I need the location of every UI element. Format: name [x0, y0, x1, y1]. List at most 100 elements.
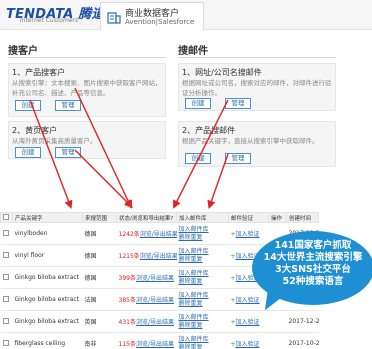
- status-cell: 431条浏览/导出结果: [116, 310, 177, 333]
- status-cell: 1242条浏览/导出结果: [116, 222, 177, 245]
- yellow-pages-customer-card: 2、黄页客户 从海外黄页采集高质量客户。 创建 管理: [8, 121, 166, 159]
- row-checkbox[interactable]: [0, 288, 13, 311]
- remove-duplicates-link[interactable]: 删除重复: [179, 278, 229, 286]
- region-cell: 德国: [82, 244, 117, 267]
- card-description: 根据网址或公司名，搜索对应的邮件，对邮件进行验证分析操作。: [182, 79, 332, 97]
- column-header: 产品关键字: [12, 212, 83, 223]
- remove-duplicates-link[interactable]: 删除重复: [179, 256, 229, 264]
- row-checkbox[interactable]: [0, 310, 13, 333]
- tendata-logo[interactable]: TENDATA 腾道 Internet Customers: [6, 3, 104, 25]
- create-button[interactable]: 创建: [185, 98, 211, 109]
- add-verify-link[interactable]: 加入验证: [236, 297, 260, 304]
- region-cell: 南非: [82, 332, 117, 349]
- feature-bubble-text: 141国家客户抓取 14大世界主流搜索引擎 3大SNS社交平台 52种搜索语言: [255, 240, 371, 288]
- create-button[interactable]: 创建: [15, 147, 41, 158]
- status-cell: 385条浏览/导出结果: [116, 288, 177, 311]
- date-cell: 2017-12-29: [286, 310, 319, 333]
- remove-duplicates-link[interactable]: 删除重复: [179, 344, 229, 349]
- tab-subtitle: Avention|Salesforce: [125, 18, 195, 26]
- building-icon: [107, 12, 121, 24]
- bubble-line: 3大SNS社交平台: [275, 264, 351, 275]
- keyword-cell: vinylboden: [12, 222, 83, 245]
- date-cell: 2017-10-24: [286, 332, 319, 349]
- column-header: 来搜范围: [82, 212, 117, 223]
- search-emails-title: 搜邮件: [178, 46, 208, 57]
- result-count: 115条: [118, 341, 136, 348]
- url-search-email-card: 1、网址/公司名搜邮件 根据网址或公司名，搜索对应的邮件，对邮件进行验证分析操作…: [178, 63, 336, 111]
- add-email-cell: 加入邮件库 删除重复: [176, 332, 229, 349]
- view-export-link[interactable]: 浏览/导出结果: [136, 275, 174, 282]
- add-to-mailbox-link[interactable]: 加入邮件库: [179, 248, 229, 256]
- view-export-link[interactable]: 浏览/导出结果: [140, 231, 177, 238]
- tab-business-data[interactable]: 商业数据客户 Avention|Salesforce: [100, 2, 204, 30]
- add-to-mailbox-link[interactable]: 加入邮件库: [179, 314, 229, 322]
- create-button[interactable]: 创建: [185, 153, 211, 164]
- manage-button[interactable]: 管理: [55, 100, 81, 111]
- top-header: TENDATA 腾道 Internet Customers 商业数据客户 Ave…: [0, 0, 372, 30]
- status-cell: 399条浏览/导出结果: [116, 266, 177, 289]
- column-header: 加入邮件库: [176, 212, 229, 223]
- add-to-mailbox-link[interactable]: 加入邮件库: [179, 292, 229, 300]
- add-email-cell: 加入邮件库 删除重复: [176, 222, 229, 245]
- card-title: 2、产品搜邮件: [182, 126, 236, 135]
- keyword-cell: Ginkgo biloba extract: [12, 288, 83, 311]
- view-export-link[interactable]: 浏览/导出结果: [136, 319, 174, 326]
- divider: [8, 57, 166, 58]
- bubble-line: 14大世界主流搜索引擎: [263, 252, 363, 263]
- view-export-link[interactable]: 浏览/导出结果: [140, 253, 177, 260]
- select-all-checkbox[interactable]: [0, 212, 13, 223]
- column-header: 邮件验证: [228, 212, 269, 223]
- manage-button[interactable]: 管理: [55, 147, 81, 158]
- add-verify-link[interactable]: 加入验证: [236, 231, 260, 238]
- card-description: 根据产品关键字，直接从搜索引擎中获取邮件。: [182, 137, 319, 145]
- product-search-customer-card: 1、产品搜客户 从搜索引擎：文本搜索、图片搜索中获取客户网站，补充公司名、描述、…: [8, 63, 166, 117]
- row-checkbox[interactable]: [0, 332, 13, 349]
- keyword-cell: fiberglass ceiling: [12, 332, 83, 349]
- add-email-cell: 加入邮件库 删除重复: [176, 266, 229, 289]
- create-button[interactable]: 创建: [15, 100, 41, 111]
- region-cell: 德国: [82, 266, 117, 289]
- add-to-mailbox-link[interactable]: 加入邮件库: [179, 226, 229, 234]
- remove-duplicates-link[interactable]: 删除重复: [179, 322, 229, 330]
- column-header: 操作: [268, 212, 287, 223]
- status-cell: 1215条浏览/导出结果: [116, 244, 177, 267]
- row-checkbox[interactable]: [0, 244, 13, 267]
- row-checkbox[interactable]: [0, 222, 13, 245]
- region-cell: 英国: [82, 310, 117, 333]
- product-search-email-card: 2、产品搜邮件 根据产品关键字，直接从搜索引擎中获取邮件。 创建 管理: [178, 121, 336, 167]
- remove-duplicates-link[interactable]: 删除重复: [179, 300, 229, 308]
- result-count: 1215条: [118, 253, 140, 260]
- view-export-link[interactable]: 浏览/导出结果: [136, 341, 174, 348]
- region-cell: 德国: [82, 222, 117, 245]
- result-count: 385条: [118, 297, 136, 304]
- add-email-cell: 加入邮件库 删除重复: [176, 288, 229, 311]
- result-count: 399条: [118, 275, 136, 282]
- table-header-row: 产品关键字 来搜范围 状态/浏览和导出结果? 加入邮件库 邮件验证 操作 创建时…: [0, 212, 319, 223]
- keyword-cell: Ginkgo biloba extract: [12, 310, 83, 333]
- table-row: fiberglass ceiling 南非 115条浏览/导出结果 加入邮件库 删除重复…: [0, 332, 319, 349]
- region-cell: 法国: [82, 288, 117, 311]
- bubble-line: 141国家客户抓取: [274, 240, 352, 251]
- keyword-cell: vinyl floor: [12, 244, 83, 267]
- add-to-mailbox-link[interactable]: 加入邮件库: [179, 270, 229, 278]
- verify-cell: +加入验证: [228, 310, 269, 333]
- add-verify-link[interactable]: 加入验证: [236, 341, 260, 348]
- search-customers-title: 搜客户: [8, 46, 38, 57]
- add-verify-link[interactable]: 加入验证: [236, 319, 260, 326]
- status-cell: 115条浏览/导出结果: [116, 332, 177, 349]
- result-count: 431条: [118, 319, 136, 326]
- card-description: 从搜索引擎：文本搜索、图片搜索中获取客户网站，补充公司名、描述、产品等信息。: [12, 79, 162, 97]
- verify-cell: +加入验证: [228, 332, 269, 349]
- manage-button[interactable]: 管理: [225, 98, 251, 109]
- logo-subtext: Internet Customers: [20, 17, 79, 24]
- row-checkbox[interactable]: [0, 266, 13, 289]
- card-title: 1、网址/公司名搜邮件: [182, 68, 262, 77]
- remove-duplicates-link[interactable]: 删除重复: [179, 234, 229, 242]
- add-to-mailbox-link[interactable]: 加入邮件库: [179, 336, 229, 344]
- view-export-link[interactable]: 浏览/导出结果: [136, 297, 174, 304]
- column-header: 创建时间: [286, 212, 319, 223]
- manage-button[interactable]: 管理: [225, 153, 251, 164]
- divider: [178, 57, 336, 58]
- result-count: 1242条: [118, 231, 140, 238]
- card-title: 2、黄页客户: [12, 126, 58, 135]
